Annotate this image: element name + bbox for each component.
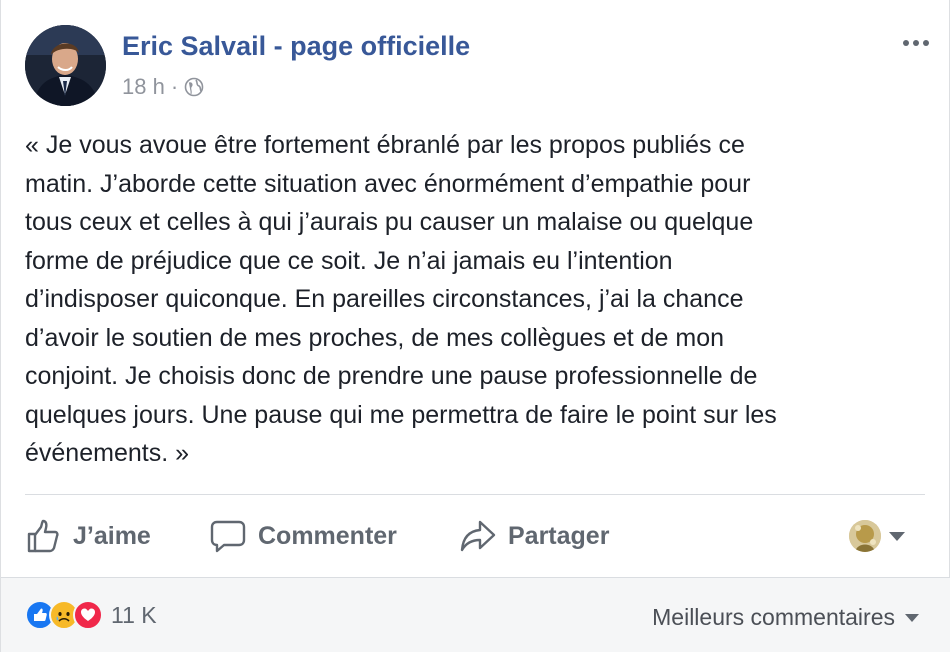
- reactions-summary[interactable]: 11 K: [25, 600, 157, 630]
- post-card: Eric Salvail - page officielle 18 h · « …: [0, 0, 950, 652]
- thumbs-up-icon: [27, 519, 59, 553]
- share-arrow-icon: [460, 520, 496, 552]
- share-button[interactable]: Partager: [460, 514, 609, 558]
- comment-sort-dropdown[interactable]: Meilleurs commentaires: [652, 604, 919, 631]
- love-reaction-icon: [73, 600, 103, 630]
- meta-separator: ·: [170, 74, 179, 99]
- chevron-down-icon: [905, 613, 919, 622]
- comment-label: Commenter: [258, 521, 397, 550]
- reaction-count: 11 K: [111, 601, 157, 628]
- post-timestamp[interactable]: 18 h: [122, 74, 165, 100]
- post-as-selector[interactable]: [849, 520, 905, 552]
- post-text: « Je vous avoue être fortement ébranlé p…: [25, 131, 777, 467]
- chevron-down-icon: [889, 531, 905, 541]
- user-avatar: [849, 520, 881, 552]
- sort-label: Meilleurs commentaires: [652, 604, 895, 630]
- globe-icon[interactable]: [184, 77, 204, 97]
- comment-button[interactable]: Commenter: [210, 514, 397, 558]
- share-label: Partager: [508, 521, 610, 550]
- like-label: J’aime: [73, 521, 151, 550]
- like-button[interactable]: J’aime: [25, 514, 151, 558]
- comment-icon: [210, 520, 246, 553]
- more-options-icon[interactable]: [901, 36, 931, 48]
- divider: [25, 494, 925, 495]
- post-meta: 18 h ·: [122, 74, 204, 100]
- page-avatar[interactable]: [25, 25, 106, 106]
- page-name-link[interactable]: Eric Salvail - page officielle: [122, 31, 470, 62]
